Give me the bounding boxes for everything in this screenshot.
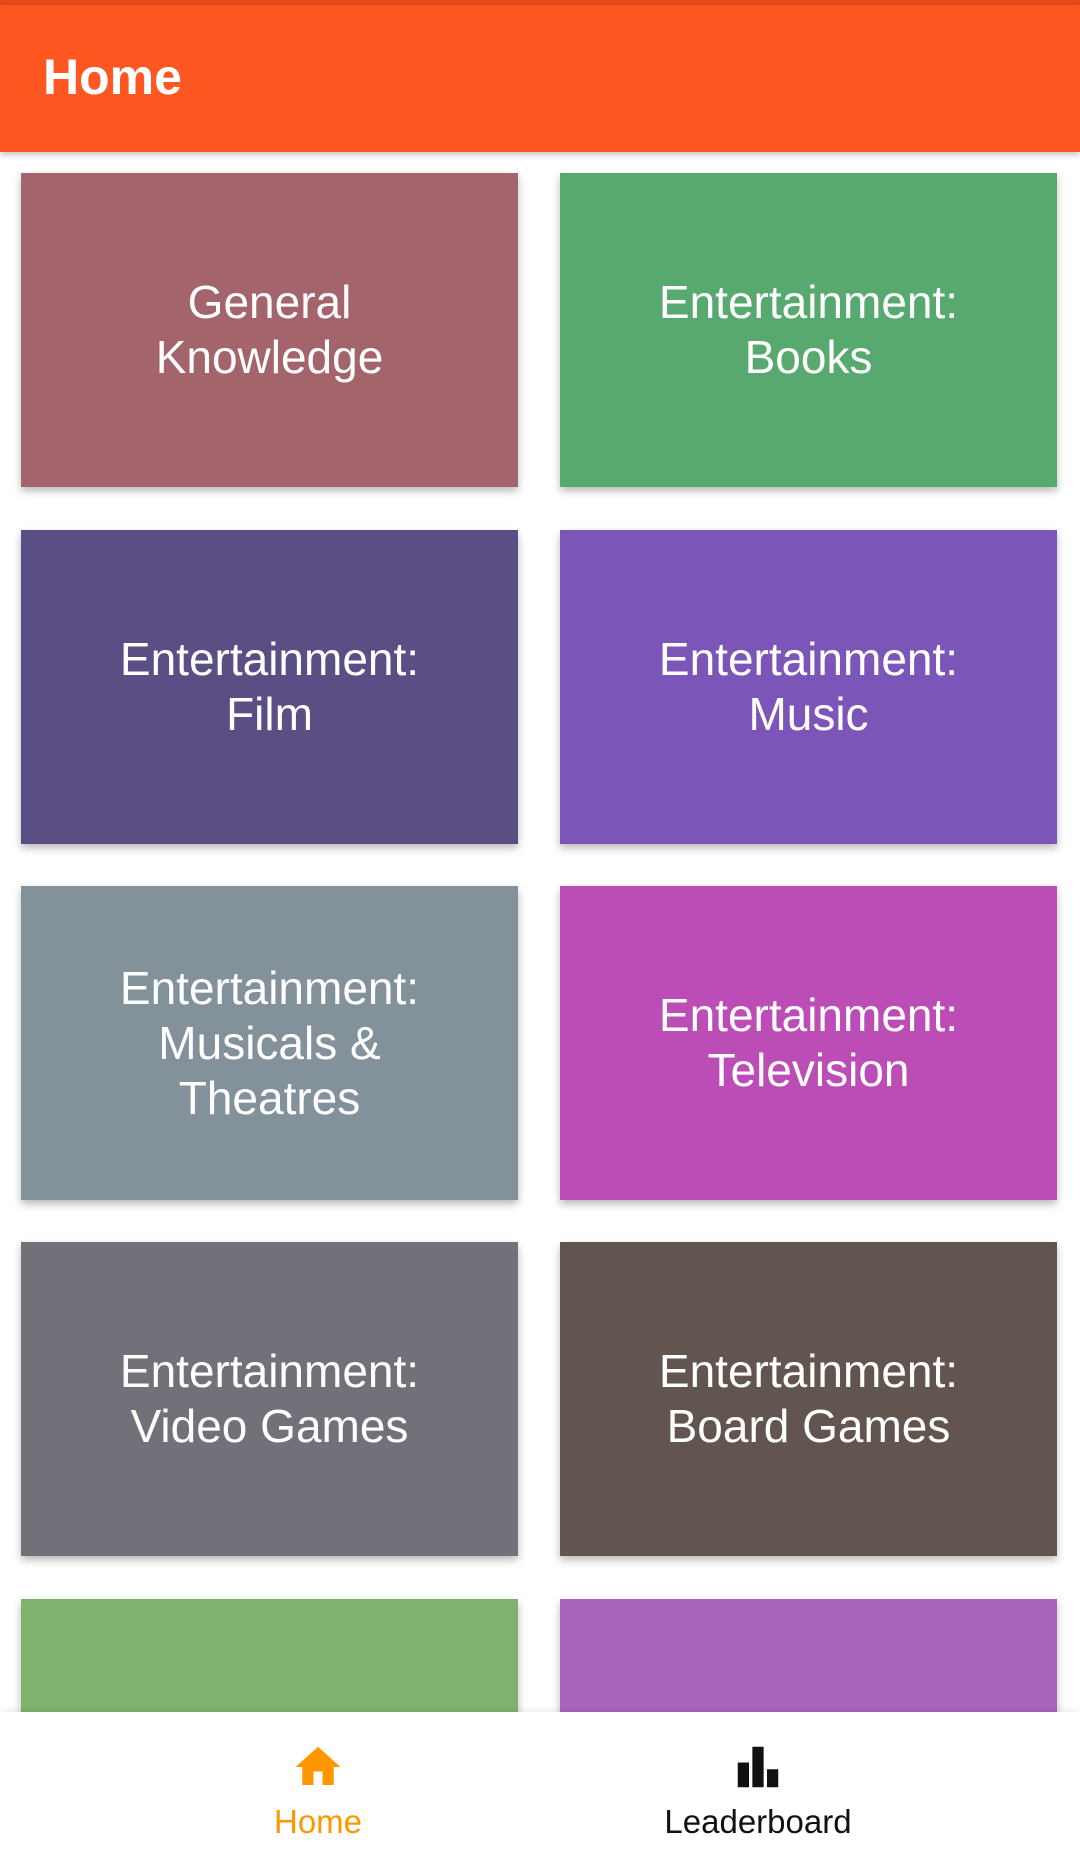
- category-card-board-games[interactable]: Entertainment: Board Games: [560, 1242, 1057, 1556]
- bar-chart-icon: [737, 1746, 779, 1788]
- app-bar: Home: [0, 5, 1080, 152]
- page-title: Home: [43, 49, 182, 105]
- category-label: Entertainment: Film: [119, 633, 420, 740]
- bottom-navigation: Home Leaderboard: [0, 1712, 1080, 1861]
- category-card-partial-right[interactable]: [560, 1599, 1057, 1712]
- category-card-music[interactable]: Entertainment: Music: [560, 530, 1057, 844]
- category-card-general-knowledge[interactable]: General Knowledge: [21, 173, 518, 487]
- nav-label-leaderboard: Leaderboard: [664, 1803, 852, 1840]
- category-card-video-games[interactable]: Entertainment: Video Games: [21, 1242, 518, 1556]
- category-label: Entertainment: Television: [658, 989, 959, 1096]
- category-card-books[interactable]: Entertainment: Books: [560, 173, 1057, 487]
- category-label: Entertainment: Music: [658, 633, 959, 740]
- nav-item-leaderboard[interactable]: Leaderboard: [488, 1712, 1028, 1861]
- category-card-television[interactable]: Entertainment: Television: [560, 886, 1057, 1200]
- category-card-musicals-theatres[interactable]: Entertainment: Musicals & Theatres: [21, 886, 518, 1200]
- category-label: Entertainment: Video Games: [119, 1345, 420, 1452]
- category-label: Entertainment: Books: [658, 276, 959, 383]
- home-icon: [295, 1746, 341, 1785]
- category-card-partial-left[interactable]: [21, 1599, 518, 1712]
- category-card-film[interactable]: Entertainment: Film: [21, 530, 518, 844]
- category-label: Entertainment: Musicals & Theatres: [119, 961, 420, 1124]
- category-grid[interactable]: General Knowledge Entertainment: Books E…: [0, 152, 1080, 1712]
- category-label: General Knowledge: [155, 276, 384, 383]
- category-label: Entertainment: Board Games: [658, 1345, 959, 1452]
